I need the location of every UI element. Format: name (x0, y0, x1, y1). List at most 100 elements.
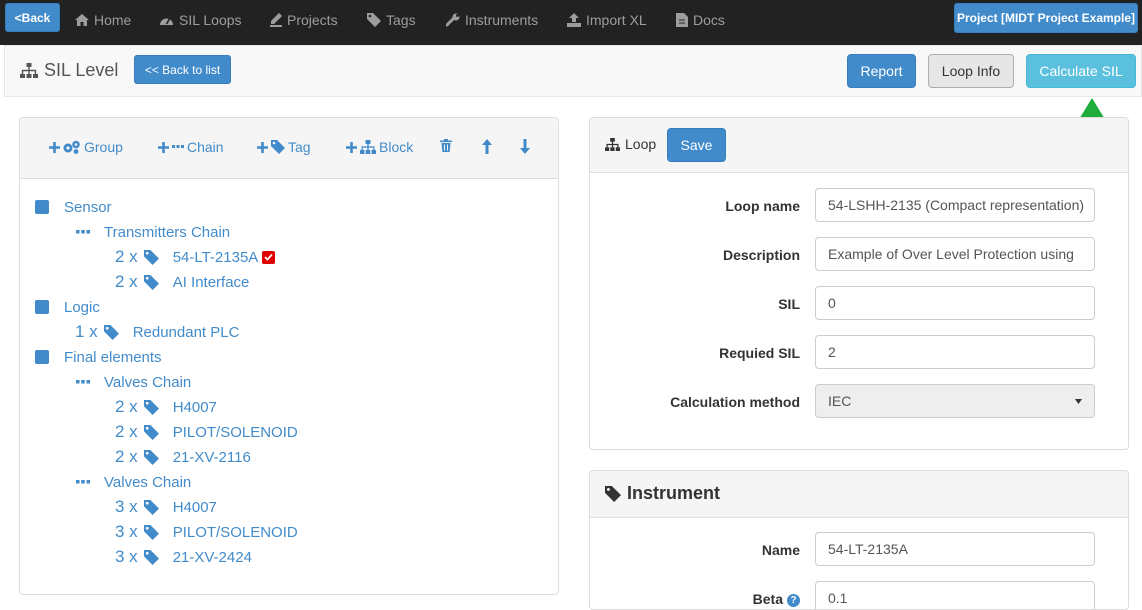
loop-panel-header: Loop Save (590, 118, 1128, 173)
upload-icon (567, 13, 581, 27)
tree-tag-21-xv-2116[interactable]: 2 x 21-XV-2116 (115, 446, 251, 468)
tree-tag-ai-interface[interactable]: 2 x AI Interface (115, 271, 249, 293)
loop-name-label: Loop name (725, 198, 800, 214)
group-square-icon (35, 300, 49, 314)
nav-home-link[interactable]: Home (75, 0, 131, 40)
arrow-up-icon (482, 139, 492, 154)
tree-item-label: Logic (64, 298, 100, 316)
tree-actions-bar: Group Chain Tag Block (20, 118, 558, 179)
nav-projects-link[interactable]: Projects (270, 0, 338, 40)
add-block-button[interactable]: Block (346, 139, 413, 155)
tree-chain-transmitters[interactable]: Transmitters Chain (76, 221, 230, 243)
back-to-list-button[interactable]: << Back to list (134, 55, 231, 84)
required-sil-input[interactable]: 2 (815, 335, 1095, 369)
caret-down-icon (1075, 398, 1082, 404)
tree-item-label: PILOT/SOLENOID (172, 423, 298, 441)
tag-icon (143, 274, 159, 290)
move-down-button[interactable] (520, 139, 530, 154)
tree-tag-h4007[interactable]: 3 x H4007 (115, 496, 217, 518)
tree-item-label: Valves Chain (104, 373, 192, 391)
nav-tags-link[interactable]: Tags (367, 0, 416, 40)
nav-instruments-link[interactable]: Instruments (446, 0, 538, 40)
ellipsis-icon (76, 480, 90, 484)
nav-import-xl-label: Import XL (586, 12, 647, 28)
page-toolbar: SIL Level << Back to list Report Loop In… (4, 45, 1142, 97)
nav-home-label: Home (94, 12, 132, 28)
nav-instruments-label: Instruments (465, 12, 539, 28)
tree-tag-54-lt-2135a[interactable]: 2 x 54-LT-2135A (115, 246, 276, 268)
loop-info-button[interactable]: Loop Info (928, 54, 1014, 88)
cogs-icon (63, 140, 81, 154)
loop-panel-title: Loop (605, 136, 656, 152)
sitemap-icon (20, 62, 38, 79)
ellipsis-icon (76, 230, 90, 234)
add-group-button[interactable]: Group (49, 139, 123, 155)
tree-chain-valves[interactable]: Valves Chain (76, 471, 191, 493)
tag-icon (271, 140, 285, 154)
tree-item-label: Transmitters Chain (104, 223, 231, 241)
checked-icon (262, 250, 276, 264)
tag-quantity: 2 x (115, 447, 138, 466)
group-square-icon (35, 200, 49, 214)
calculation-method-label: Calculation method (670, 394, 800, 410)
save-button[interactable]: Save (667, 128, 726, 162)
tag-icon (143, 249, 159, 265)
move-up-button[interactable] (482, 139, 492, 154)
calculate-sil-button[interactable]: Calculate SIL (1026, 54, 1136, 88)
project-button[interactable]: Project [MIDT Project Example] (954, 3, 1138, 33)
tree-tag-21-xv-2424[interactable]: 3 x 21-XV-2424 (115, 546, 252, 568)
tag-icon (103, 324, 119, 340)
loop-panel: Loop Save Loop name 54-LSHH-2135 (Compac… (589, 117, 1129, 450)
tree-item-label: H4007 (172, 398, 217, 416)
tag-quantity: 3 x (115, 497, 138, 516)
tag-quantity: 3 x (115, 547, 138, 566)
edit-icon (270, 13, 282, 27)
add-tag-label: Tag (288, 139, 311, 155)
calculation-method-select[interactable]: IEC (815, 384, 1095, 418)
tree-group-final-elements[interactable]: Final elements (35, 346, 162, 368)
beta-input[interactable]: 0.1 (815, 581, 1095, 609)
calculation-method-value: IEC (828, 393, 852, 409)
arrow-down-icon (520, 139, 530, 154)
trash-icon (440, 139, 452, 152)
beta-label: Beta (752, 591, 783, 607)
sil-input[interactable]: 0 (815, 286, 1095, 320)
tree-tag-redundant-plc[interactable]: 1 x Redundant PLC (75, 321, 239, 343)
sil-label: SIL (778, 296, 800, 312)
tag-quantity: 2 x (115, 397, 138, 416)
instrument-panel-header: Instrument (590, 471, 1128, 518)
page-title-text: SIL Level (44, 60, 119, 80)
tag-icon (143, 524, 159, 540)
loop-structure-panel: Group Chain Tag Block Sensor Transmitter… (19, 117, 559, 595)
loop-title-text: Loop (625, 136, 657, 152)
plus-icon (158, 141, 169, 153)
loop-name-input[interactable]: 54-LSHH-2135 (Compact representation) (815, 188, 1095, 222)
tree-item-label: Valves Chain (104, 473, 192, 491)
delete-button[interactable] (440, 139, 452, 152)
tags-icon (367, 13, 381, 27)
tree-tag-pilot-solenoid[interactable]: 3 x PILOT/SOLENOID (115, 521, 298, 543)
tree-tag-h4007[interactable]: 2 x H4007 (115, 396, 217, 418)
beta-label-group: Beta? (600, 591, 800, 607)
tag-icon (605, 485, 621, 502)
tree-group-logic[interactable]: Logic (35, 296, 100, 318)
sitemap-icon (605, 137, 620, 151)
add-tag-button[interactable]: Tag (257, 139, 311, 155)
nav-import-xl-link[interactable]: Import XL (567, 0, 647, 40)
report-button[interactable]: Report (847, 54, 916, 88)
tree-item-label: 21-XV-2424 (172, 548, 252, 566)
instrument-name-input[interactable]: 54-LT-2135A (815, 532, 1095, 566)
nav-docs-link[interactable]: Docs (676, 0, 725, 40)
tree-chain-valves[interactable]: Valves Chain (76, 371, 191, 393)
help-icon[interactable]: ? (787, 594, 800, 607)
description-input[interactable]: Example of Over Level Protection using (815, 237, 1095, 271)
description-label: Description (722, 247, 800, 263)
nav-back-button[interactable]: <Back (5, 3, 60, 32)
nav-sil-loops-link[interactable]: SIL Loops (159, 0, 242, 40)
tag-icon (143, 549, 159, 565)
tree-tag-pilot-solenoid[interactable]: 2 x PILOT/SOLENOID (115, 421, 298, 443)
add-chain-button[interactable]: Chain (158, 139, 224, 155)
ellipsis-icon (76, 380, 90, 384)
tree-group-sensor[interactable]: Sensor (35, 196, 112, 218)
required-sil-label: Requied SIL (719, 345, 800, 361)
